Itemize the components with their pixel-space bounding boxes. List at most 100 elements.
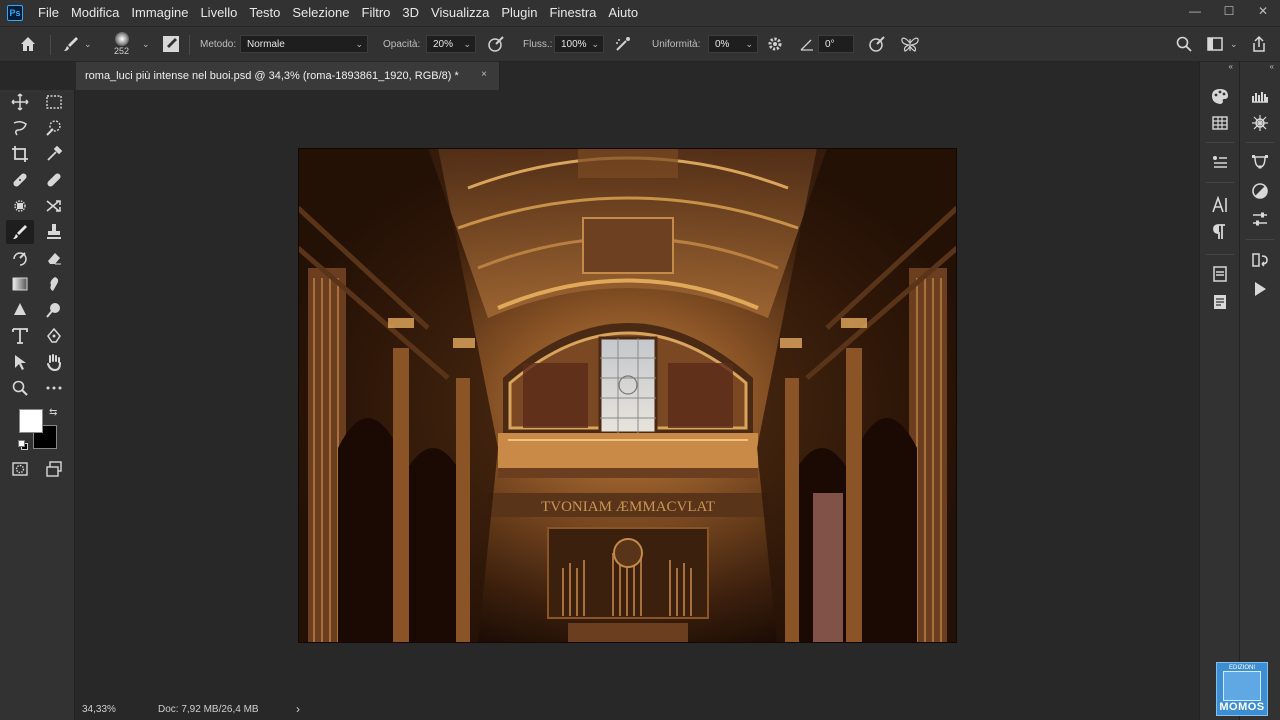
chevron-down-icon[interactable]: ⌄ [142,39,150,50]
move-tool[interactable] [6,90,34,114]
swatches-panel-button[interactable] [1207,111,1233,135]
dodge-tool[interactable] [40,298,68,322]
panel-collapse-toggle[interactable]: « [1240,62,1280,72]
bandage-icon [13,173,27,187]
clone-stamp-tool[interactable] [40,220,68,244]
menu-visualizza[interactable]: Visualizza [425,0,495,26]
pressure-pen-icon [488,36,504,52]
more-tools-button[interactable] [40,376,68,400]
chevron-down-icon: ⌄ [1230,38,1238,49]
pressure-size-button[interactable] [868,27,886,61]
adjustments-panel-button[interactable] [1247,179,1273,203]
eraser-tool[interactable] [40,246,68,270]
hand-icon [47,354,61,371]
default-colors-icon[interactable] [18,440,28,450]
brush-tool[interactable] [6,220,34,244]
quick-mask-button[interactable] [6,457,34,481]
menu-immagine[interactable]: Immagine [125,0,194,26]
menu-selezione[interactable]: Selezione [286,0,355,26]
workspace-button[interactable]: ⌄ [1206,27,1238,61]
document-tab[interactable]: roma_luci più intense nel buoi.psd @ 34,… [76,62,500,90]
foreground-color-swatch[interactable] [19,409,43,433]
character-styles-button[interactable] [1207,150,1233,174]
close-tab-icon[interactable]: × [481,69,487,80]
paths-panel-button[interactable] [1247,150,1273,174]
menu-testo[interactable]: Testo [243,0,286,26]
lasso-tool[interactable] [6,116,34,140]
share-icon [1253,35,1265,52]
status-menu-arrow[interactable]: › [296,702,300,716]
quick-selection-tool[interactable] [40,116,68,140]
home-button[interactable] [18,27,38,61]
options-bar: ⌄ 252 ⌄ Metodo: Normale ⌄ Opacità: 20% ⌄… [0,26,1280,62]
menu-plugin[interactable]: Plugin [495,0,543,26]
smoothing-options-button[interactable] [766,27,784,61]
history-brush-tool[interactable] [6,246,34,270]
swap-colors-icon[interactable]: ⇆ [49,407,57,418]
crop-tool[interactable] [6,142,34,166]
pressure-opacity-button[interactable] [487,27,505,61]
path-selection-tool[interactable] [6,350,34,374]
menu-finestra[interactable]: Finestra [543,0,602,26]
angle-field[interactable]: 0° [818,35,854,53]
paragraph-panel-button[interactable] [1207,220,1233,244]
notes-panel-button[interactable] [1207,290,1233,314]
mode-select[interactable]: Normale ⌄ [240,35,368,53]
gradient-icon [12,277,28,291]
brush-settings-toggle[interactable] [162,27,180,61]
menu-file[interactable]: File [32,0,65,26]
eyedropper-tool[interactable] [40,142,68,166]
share-button[interactable] [1250,27,1268,61]
content-aware-move-tool[interactable] [40,194,68,218]
character-panel-button[interactable] [1207,193,1233,217]
quick-mask-icon [12,462,28,476]
hand-tool[interactable] [40,350,68,374]
healing-brush-tool[interactable] [40,168,68,192]
canvas-area[interactable]: TVONIAM ÆMMACVLAT [76,90,1182,700]
angle-icon [800,39,813,51]
zoom-level[interactable]: 34,33% [82,704,116,715]
menu-aiuto[interactable]: Aiuto [602,0,644,26]
document-canvas-image[interactable]: TVONIAM ÆMMACVLAT [298,148,957,643]
vertical-scrollbar[interactable] [1182,90,1199,720]
properties-panel-button[interactable] [1247,207,1273,231]
tool-preset-picker[interactable]: ⌄ [62,27,92,61]
patch-tool[interactable] [6,194,34,218]
zoom-tool[interactable] [6,376,34,400]
brush-icon [64,37,78,51]
blur-tool[interactable] [6,298,34,322]
screen-mode-button[interactable] [40,457,68,481]
color-panel-button[interactable] [1207,84,1233,108]
pen-tool[interactable] [40,324,68,348]
symmetry-button[interactable] [900,27,920,61]
histogram-panel-button[interactable] [1247,84,1273,108]
libraries-panel-button[interactable] [1207,262,1233,286]
publisher-logo-mark [1223,671,1261,701]
opacity-field[interactable]: 20% ⌄ [426,35,476,53]
flow-field[interactable]: 100% ⌄ [554,35,604,53]
type-tool[interactable] [6,324,34,348]
smudge-tool[interactable] [40,272,68,296]
navigator-panel-button[interactable] [1247,111,1273,135]
airbrush-button[interactable] [614,27,632,61]
close-button[interactable]: ✕ [1246,0,1280,22]
spot-healing-tool[interactable] [6,168,34,192]
minimize-button[interactable]: — [1178,0,1212,22]
chevron-down-icon: ⌄ [355,39,363,49]
menu-livello[interactable]: Livello [194,0,243,26]
marquee-tool[interactable] [40,90,68,114]
search-button[interactable] [1175,27,1193,61]
history-panel-button[interactable] [1247,248,1273,272]
menu-3d[interactable]: 3D [396,0,425,26]
actions-panel-button[interactable] [1247,277,1273,301]
menu-modifica[interactable]: Modifica [65,0,125,26]
gradient-tool[interactable] [6,272,34,296]
brush-preset-picker[interactable]: 252 [114,27,129,61]
chevron-down-icon: ⌄ [84,38,92,49]
flow-label: Fluss.: [523,38,553,50]
maximize-button[interactable]: ☐ [1212,0,1246,22]
panel-collapse-toggle[interactable]: « [1200,62,1239,72]
airbrush-icon [616,37,630,51]
menu-filtro[interactable]: Filtro [356,0,397,26]
smoothing-field[interactable]: 0% ⌄ [708,35,758,53]
